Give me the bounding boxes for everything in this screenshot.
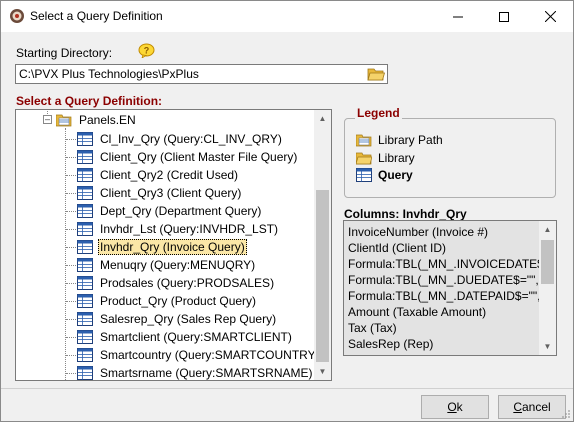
- tree-item[interactable]: Prodsales (Query:PRODSALES): [77, 274, 276, 292]
- ok-button-label: Ok: [447, 400, 463, 414]
- tree-item[interactable]: Dept_Qry (Department Query): [77, 202, 263, 220]
- query-table-icon: [77, 330, 93, 344]
- column-item[interactable]: Formula:TBL(_MN_.DATEPAID$="",DT: [348, 288, 556, 304]
- title-bar: Select a Query Definition: [1, 1, 573, 32]
- tree-collapse-toggle[interactable]: –: [43, 115, 52, 124]
- column-item[interactable]: InvoiceNumber (Invoice #): [348, 224, 488, 240]
- query-table-icon: [77, 222, 93, 236]
- app-icon: [10, 9, 24, 23]
- starting-directory-label: Starting Directory:: [16, 46, 113, 60]
- tree-item-label: Client_Qry2 (Credit Used): [100, 168, 239, 182]
- dialog-window: Select a Query Definition Starting Direc…: [0, 0, 574, 422]
- tree-item-label: Client_Qry (Client Master File Query): [100, 150, 298, 164]
- maximize-icon: [499, 11, 509, 22]
- query-table-icon: [77, 204, 93, 218]
- tree-item[interactable]: Client_Qry2 (Credit Used): [77, 166, 240, 184]
- tree-item[interactable]: Client_Qry3 (Client Query): [77, 184, 243, 202]
- tree-item-label: Product_Qry (Product Query): [100, 294, 257, 308]
- library-folder-icon: [356, 152, 372, 165]
- column-item[interactable]: Tax (Tax): [348, 320, 397, 336]
- query-tree[interactable]: – Panels.EN Cl_Inv_Qry (Query:CL_INV_QRY…: [15, 109, 332, 381]
- legend-label: Library Path: [378, 133, 443, 147]
- select-query-label: Select a Query Definition:: [16, 94, 163, 108]
- tree-item[interactable]: Menuqry (Query:MENUQRY): [77, 256, 257, 274]
- tree-item-label: Prodsales (Query:PRODSALES): [100, 276, 275, 290]
- scroll-down-arrow-icon[interactable]: ▼: [314, 363, 331, 380]
- minimize-button[interactable]: [435, 1, 481, 32]
- library-path-icon: [356, 134, 372, 147]
- column-item[interactable]: Amount (Taxable Amount): [348, 304, 486, 320]
- query-table-icon: [77, 366, 93, 380]
- tree-item-label: Invhdr_Lst (Query:INVHDR_LST): [100, 222, 279, 236]
- close-icon: [544, 11, 556, 22]
- tree-item[interactable]: Client_Qry (Client Master File Query): [77, 148, 299, 166]
- tree-item-label: Smartclient (Query:SMARTCLIENT): [100, 330, 292, 344]
- columns-label: Columns: Invhdr_Qry: [344, 207, 467, 221]
- legend-title: Legend: [355, 106, 402, 120]
- tree-item-label: Menuqry (Query:MENUQRY): [100, 258, 256, 272]
- tree-item-label: Cl_Inv_Qry (Query:CL_INV_QRY): [100, 132, 282, 146]
- tree-item[interactable]: Smartcountry (Query:SMARTCOUNTRY): [77, 346, 322, 364]
- tree-item-label: Invhdr_Qry (Invoice Query): [98, 239, 247, 255]
- ok-button[interactable]: Ok: [421, 395, 489, 419]
- column-item[interactable]: ClientId (Client ID): [348, 240, 446, 256]
- tree-item-label: Salesrep_Qry (Sales Rep Query): [100, 312, 277, 326]
- tree-item-label: Smartsrname (Query:SMARTSRNAME): [100, 366, 313, 380]
- legend-item-library-path: Library Path: [356, 133, 443, 147]
- tree-root-label: Panels.EN: [79, 113, 136, 127]
- tree-item[interactable]: Smartsrname (Query:SMARTSRNAME): [77, 364, 314, 380]
- library-path-icon: [56, 114, 72, 127]
- scroll-up-arrow-icon[interactable]: ▲: [539, 221, 556, 238]
- close-button[interactable]: [527, 1, 573, 32]
- legend-label: Library: [378, 151, 415, 165]
- tree-item[interactable]: Cl_Inv_Qry (Query:CL_INV_QRY): [77, 130, 284, 148]
- maximize-button[interactable]: [481, 1, 527, 32]
- query-table-icon: [77, 348, 93, 362]
- minimize-icon: [453, 16, 463, 17]
- starting-directory-field[interactable]: [15, 64, 388, 84]
- columns-list[interactable]: InvoiceNumber (Invoice #) ClientId (Clien…: [343, 220, 557, 356]
- column-item[interactable]: SalesRep (Rep): [348, 336, 433, 352]
- cancel-button[interactable]: Cancel: [498, 395, 566, 419]
- scroll-down-arrow-icon[interactable]: ▼: [539, 338, 556, 355]
- scroll-up-arrow-icon[interactable]: ▲: [314, 110, 331, 127]
- query-table-icon: [77, 294, 93, 308]
- column-item[interactable]: Formula:TBL(_MN_.DUEDATE$="",DT: [348, 272, 555, 288]
- query-table-icon: [356, 168, 372, 182]
- query-table-icon: [77, 150, 93, 164]
- cancel-button-label: Cancel: [513, 400, 551, 414]
- starting-directory-input[interactable]: [19, 67, 359, 81]
- query-table-icon: [77, 258, 93, 272]
- query-table-icon: [77, 186, 93, 200]
- tree-item[interactable]: Product_Qry (Product Query): [77, 292, 258, 310]
- tree-scroll-thumb[interactable]: [316, 190, 329, 362]
- tree-scrollbar[interactable]: ▲ ▼: [314, 110, 331, 380]
- columns-scroll-thumb[interactable]: [541, 240, 554, 284]
- browse-folder-icon[interactable]: [367, 66, 385, 82]
- legend-item-library: Library: [356, 151, 415, 165]
- tree-item-label: Client_Qry3 (Client Query): [100, 186, 242, 200]
- legend-item-query: Query: [356, 168, 413, 182]
- tree-item-label: Smartcountry (Query:SMARTCOUNTRY): [100, 348, 320, 362]
- tree-item[interactable]: Invhdr_Qry (Invoice Query): [77, 238, 247, 256]
- window-title: Select a Query Definition: [30, 9, 163, 23]
- resize-grip-icon[interactable]: [561, 409, 571, 419]
- query-table-icon: [77, 240, 93, 254]
- tree-item[interactable]: Salesrep_Qry (Sales Rep Query): [77, 310, 278, 328]
- tree-item-label: Dept_Qry (Department Query): [100, 204, 262, 218]
- query-table-icon: [77, 276, 93, 290]
- tree-item[interactable]: Smartclient (Query:SMARTCLIENT): [77, 328, 294, 346]
- query-table-icon: [77, 312, 93, 326]
- tree-root-node[interactable]: Panels.EN: [56, 111, 138, 129]
- help-icon[interactable]: ?: [138, 43, 155, 58]
- svg-text:?: ?: [144, 46, 150, 56]
- column-item[interactable]: Formula:TBL(_MN_.INVOICEDATE$=': [348, 256, 553, 272]
- columns-scrollbar[interactable]: ▲ ▼: [539, 221, 556, 355]
- query-table-icon: [77, 132, 93, 146]
- legend-label: Query: [378, 168, 413, 182]
- tree-item[interactable]: Invhdr_Lst (Query:INVHDR_LST): [77, 220, 280, 238]
- query-table-icon: [77, 168, 93, 182]
